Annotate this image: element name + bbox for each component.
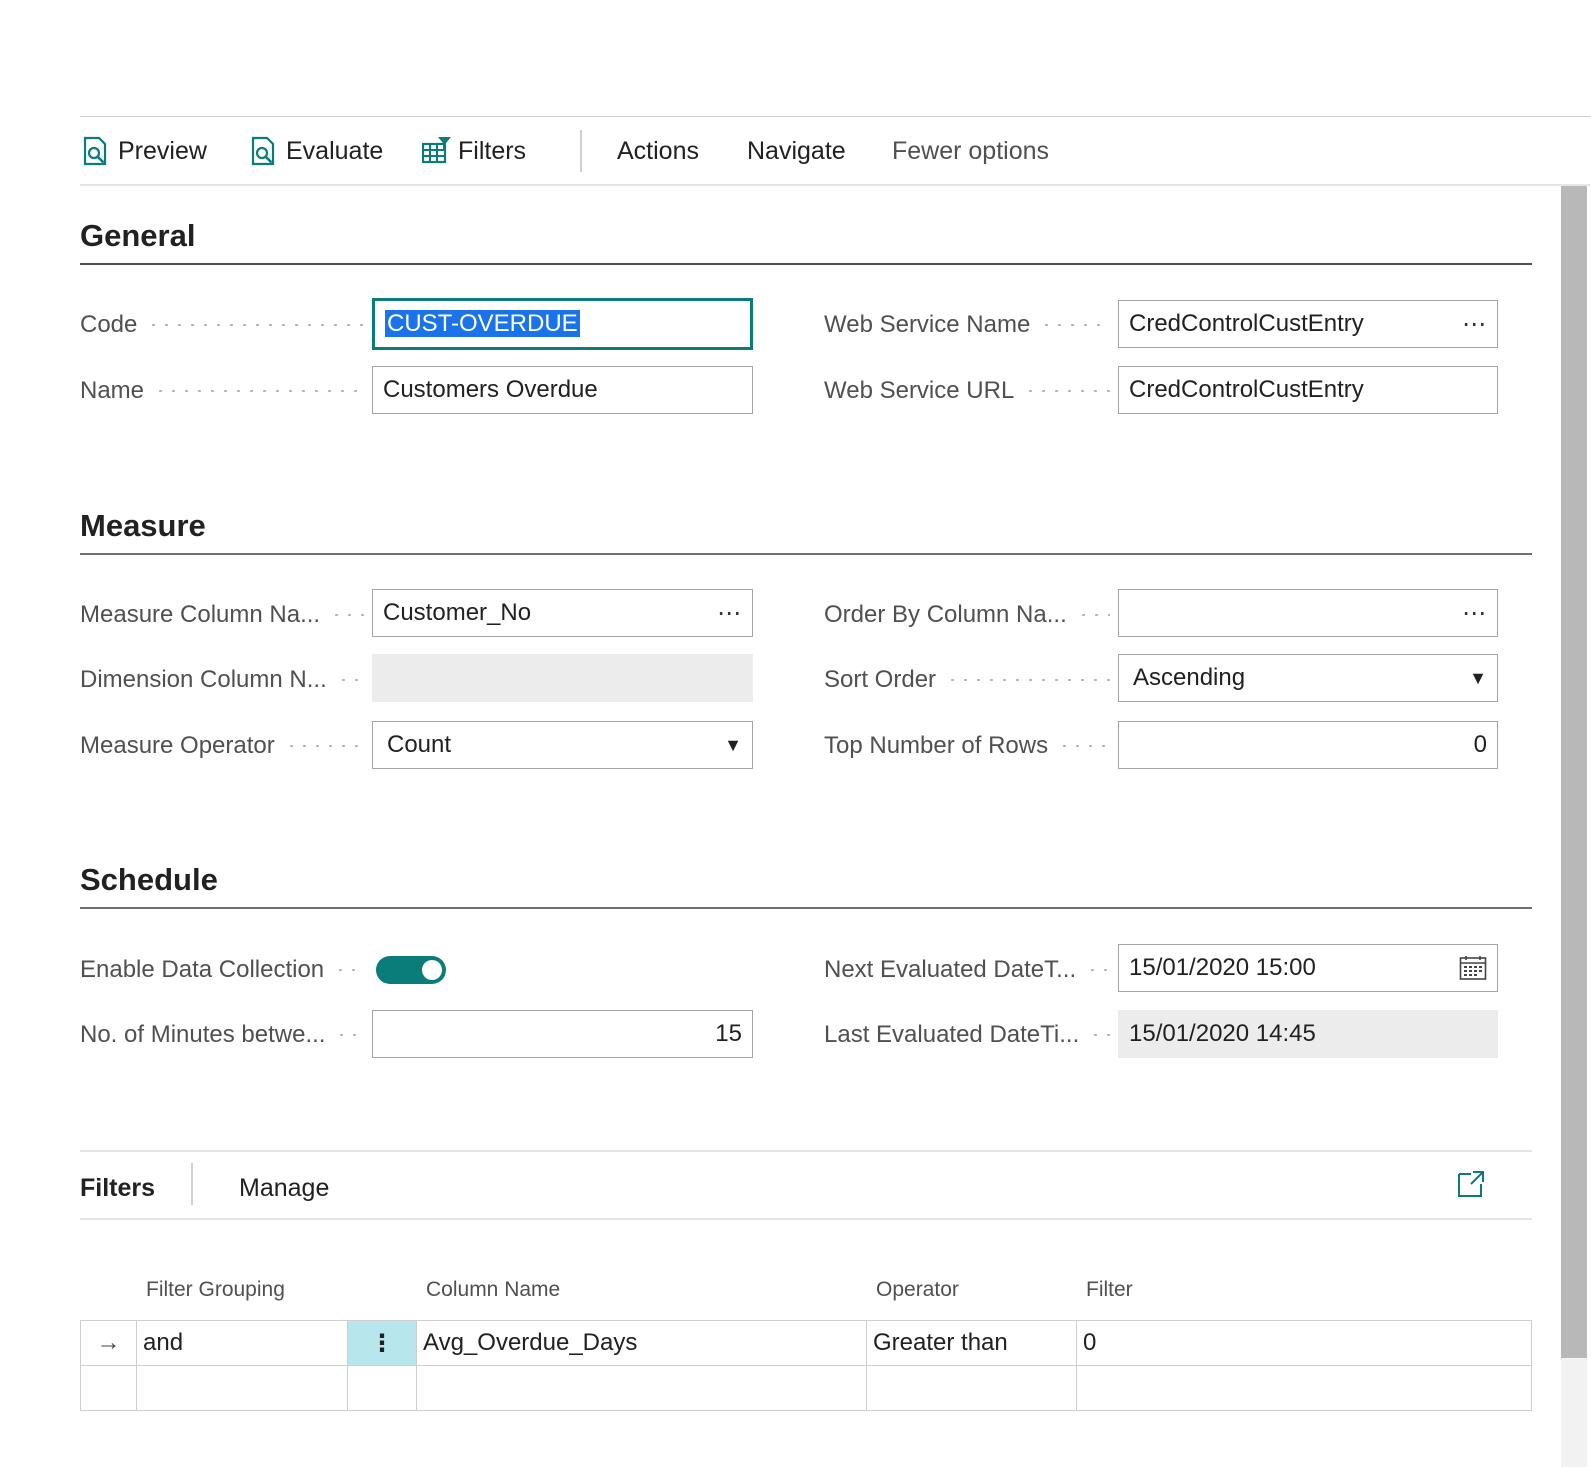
filter-cell[interactable]: 0 <box>1076 1320 1532 1366</box>
row-menu-cell[interactable] <box>347 1365 417 1411</box>
filters-part-top-rule <box>80 1150 1532 1152</box>
actionbar-divider <box>80 184 1591 186</box>
schedule-section-rule <box>80 907 1532 909</box>
enable-data-collection-toggle[interactable] <box>376 956 446 984</box>
row-menu-icon[interactable]: ⋮ <box>347 1320 417 1366</box>
actionbar-separator <box>580 130 582 172</box>
column-name-cell[interactable]: Avg_Overdue_Days <box>416 1320 867 1366</box>
column-header-filter[interactable]: Filter <box>1086 1278 1133 1302</box>
measure-column-field[interactable]: Customer_No ⋯ <box>372 589 753 637</box>
web-service-url-field[interactable]: CredControlCustEntry <box>1118 366 1498 414</box>
operator-cell[interactable]: Greater than <box>866 1320 1077 1366</box>
schedule-section-title[interactable]: Schedule <box>80 862 218 898</box>
column-header-filter-grouping[interactable]: Filter Grouping <box>146 1278 285 1302</box>
evaluate-icon <box>250 136 278 166</box>
lookup-ellipsis-icon[interactable]: ⋯ <box>1462 310 1487 339</box>
last-evaluated-label: Last Evaluated DateTi... <box>824 1010 1116 1060</box>
filters-part-title[interactable]: Filters <box>80 1168 155 1208</box>
fewer-options-button[interactable]: Fewer options <box>892 130 1049 172</box>
web-service-name-label: Web Service Name <box>824 300 1116 350</box>
measure-operator-label: Measure Operator <box>80 721 370 771</box>
minutes-between-label: No. of Minutes betwe... <box>80 1010 370 1060</box>
measure-section-title[interactable]: Measure <box>80 508 206 544</box>
filter-table-icon <box>421 136 451 166</box>
web-service-url-label: Web Service URL <box>824 366 1116 416</box>
actions-menu[interactable]: Actions <box>617 130 699 172</box>
filters-table: → and ⋮ Avg_Overdue_Days Greater than 0 <box>80 1320 1532 1411</box>
web-service-name-field[interactable]: CredControlCustEntry ⋯ <box>1118 300 1498 348</box>
last-evaluated-field: 15/01/2020 14:45 <box>1118 1010 1498 1058</box>
filter-cell[interactable] <box>1076 1365 1532 1411</box>
row-indicator-cell <box>80 1365 137 1411</box>
minutes-between-field[interactable]: 15 <box>372 1010 753 1058</box>
preview-action[interactable]: Preview <box>82 130 207 172</box>
row-arrow-icon: → <box>80 1320 137 1366</box>
measure-operator-select[interactable]: Count ▼ <box>372 721 753 769</box>
dropdown-caret-icon: ▼ <box>1469 667 1487 688</box>
manage-tab[interactable]: Manage <box>239 1168 329 1208</box>
dimension-column-field <box>372 654 753 702</box>
code-label: Code <box>80 300 370 350</box>
evaluate-label: Evaluate <box>286 136 384 165</box>
navigate-menu[interactable]: Navigate <box>747 130 846 172</box>
calendar-icon[interactable] <box>1459 955 1487 981</box>
column-header-operator[interactable]: Operator <box>876 1278 959 1302</box>
order-by-column-label: Order By Column Na... <box>824 590 1116 640</box>
filters-part-bottom-rule <box>80 1218 1532 1220</box>
next-evaluated-field[interactable]: 15/01/2020 15:00 <box>1118 944 1498 992</box>
next-evaluated-label: Next Evaluated DateT... <box>824 945 1116 995</box>
table-row[interactable]: → and ⋮ Avg_Overdue_Days Greater than 0 <box>80 1320 1532 1366</box>
evaluate-action[interactable]: Evaluate <box>250 130 383 172</box>
toggle-knob <box>422 960 442 980</box>
preview-icon <box>82 136 110 166</box>
preview-label: Preview <box>118 136 207 165</box>
top-number-of-rows-field[interactable]: 0 <box>1118 721 1498 769</box>
filter-grouping-cell[interactable] <box>136 1365 348 1411</box>
measure-section-rule <box>80 553 1532 555</box>
name-field[interactable]: Customers Overdue <box>372 366 753 414</box>
lookup-ellipsis-icon[interactable]: ⋯ <box>717 599 742 628</box>
order-by-column-field[interactable]: ⋯ <box>1118 589 1498 637</box>
lookup-ellipsis-icon[interactable]: ⋯ <box>1462 599 1487 628</box>
top-number-of-rows-label: Top Number of Rows <box>824 721 1116 771</box>
enable-data-collection-label: Enable Data Collection <box>80 945 370 995</box>
code-field[interactable]: CUST-OVERDUE <box>372 298 753 350</box>
table-row[interactable] <box>80 1365 1532 1411</box>
general-section-title[interactable]: General <box>80 218 195 254</box>
operator-cell[interactable] <box>866 1365 1077 1411</box>
column-header-column-name[interactable]: Column Name <box>426 1278 560 1302</box>
name-label: Name <box>80 366 370 416</box>
filters-label: Filters <box>458 136 527 165</box>
general-section-rule <box>80 263 1532 265</box>
sort-order-label: Sort Order <box>824 655 1116 705</box>
expand-icon[interactable] <box>1457 1170 1485 1198</box>
scrollbar-thumb[interactable] <box>1561 186 1587 1358</box>
dimension-column-label: Dimension Column N... <box>80 655 370 705</box>
filters-tab-separator <box>191 1163 193 1205</box>
dropdown-caret-icon: ▼ <box>724 734 742 755</box>
column-name-cell[interactable] <box>416 1365 867 1411</box>
filters-action[interactable]: Filters <box>421 130 527 172</box>
top-divider <box>80 116 1591 117</box>
filter-grouping-cell[interactable]: and <box>136 1320 348 1366</box>
sort-order-select[interactable]: Ascending ▼ <box>1118 654 1498 702</box>
measure-column-label: Measure Column Na... <box>80 590 370 640</box>
